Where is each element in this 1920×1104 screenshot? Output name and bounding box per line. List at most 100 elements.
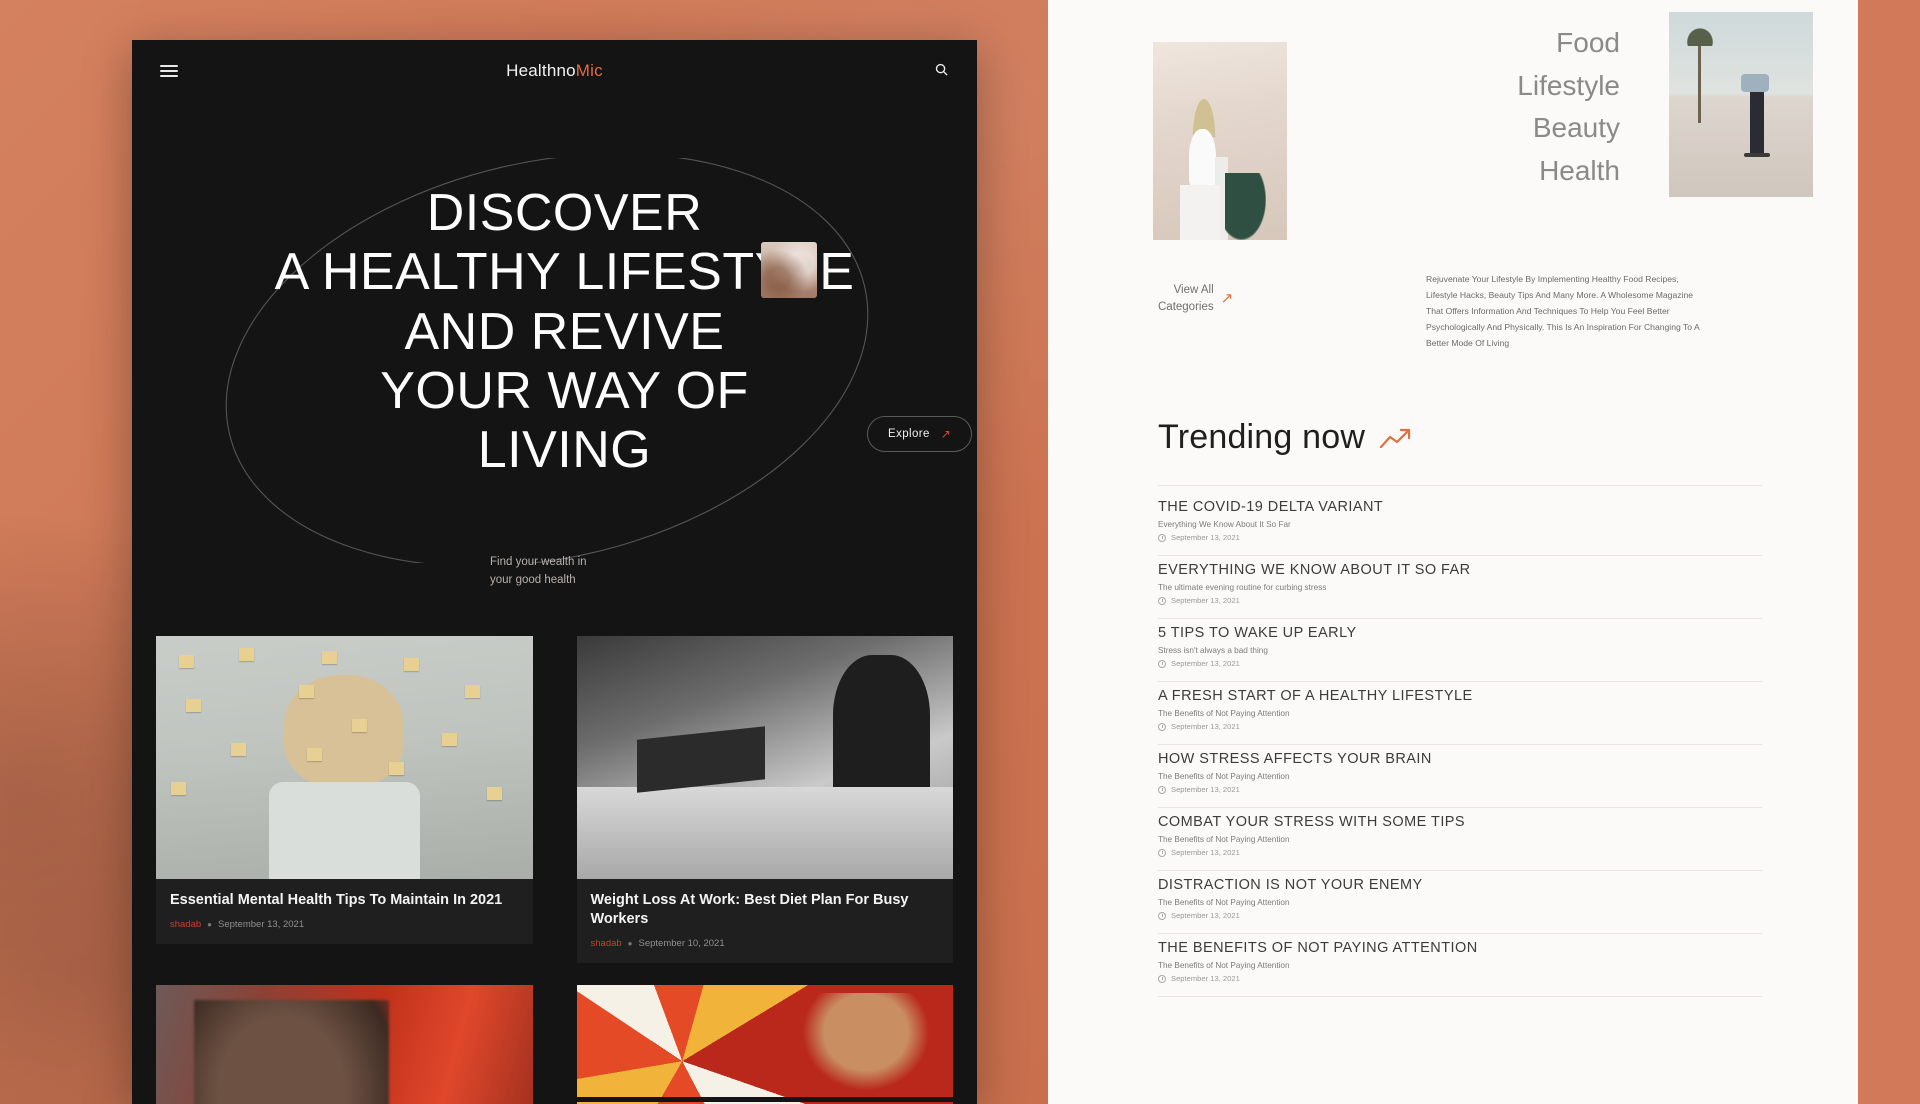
clock-icon <box>1158 722 1166 731</box>
hamburger-menu-icon[interactable] <box>160 62 178 80</box>
trending-item-date-row: September 13, 2021 <box>1158 596 1762 605</box>
masked-man-red-image <box>156 985 533 1104</box>
trending-item-date-row: September 13, 2021 <box>1158 974 1762 983</box>
trending-list-item[interactable]: HOW STRESS AFFECTS YOUR BRAIN The Benefi… <box>1158 745 1762 808</box>
article-card[interactable] <box>156 985 533 1104</box>
clock-icon <box>1158 911 1166 920</box>
explore-button[interactable]: Explore ↗ <box>867 416 973 452</box>
article-date: September 10, 2021 <box>638 938 725 950</box>
view-all-line-2: Categories <box>1158 300 1214 313</box>
hero-section: DISCOVER A HEALTHY LIFESTYLE AND REVIVE … <box>132 102 977 592</box>
view-all-label: View All Categories <box>1158 282 1214 315</box>
article-card[interactable]: Weight Loss At Work: Best Diet Plan For … <box>576 636 953 964</box>
trending-header: Trending now <box>1158 418 1762 457</box>
view-all-line-1: View All <box>1173 284 1214 296</box>
article-card[interactable] <box>576 985 953 1104</box>
trending-list-item[interactable]: COMBAT YOUR STRESS WITH SOME TIPS The Be… <box>1158 808 1762 871</box>
office-desk-bw-image <box>576 636 953 879</box>
skateboarder-beach-image <box>1669 12 1813 197</box>
article-card-body: Essential Mental Health Tips To Maintain… <box>156 879 533 945</box>
trending-heading: Trending now <box>1158 418 1366 456</box>
category-list: Food Lifestyle Beauty Health <box>1048 22 1620 192</box>
trending-item-subtitle: Stress isn't always a bad thing <box>1158 646 1268 655</box>
trending-list: THE COVID-19 DELTA VARIANT Everything We… <box>1158 485 1762 997</box>
trending-item-subtitle: The ultimate evening routine for curbing… <box>1158 583 1327 592</box>
trending-item-title: THE COVID-19 DELTA VARIANT <box>1158 499 1384 515</box>
categories-hero: Food Lifestyle Beauty Health <box>1048 0 1858 272</box>
trending-item-subtitle: The Benefits of Not Paying Attention <box>1158 961 1290 970</box>
trending-list-item[interactable]: THE BENEFITS OF NOT PAYING ATTENTION The… <box>1158 934 1762 997</box>
trending-list-item[interactable]: DISTRACTION IS NOT YOUR ENEMY The Benefi… <box>1158 871 1762 934</box>
trending-item-title: DISTRACTION IS NOT YOUR ENEMY <box>1158 877 1423 893</box>
category-item-lifestyle[interactable]: Lifestyle <box>1048 65 1620 108</box>
category-item-food[interactable]: Food <box>1048 22 1620 65</box>
trending-list-item[interactable]: A FRESH START OF A HEALTHY LIFESTYLE The… <box>1158 682 1762 745</box>
arrow-up-right-icon: ↗ <box>1220 290 1234 307</box>
trending-item-subtitle: Everything We Know About It So Far <box>1158 520 1291 529</box>
trending-item-date: September 13, 2021 <box>1171 785 1240 794</box>
clock-icon <box>1158 533 1166 542</box>
clock-icon <box>1158 785 1166 794</box>
trending-item-date-row: September 13, 2021 <box>1158 722 1762 731</box>
trending-item-date-row: September 13, 2021 <box>1158 659 1762 668</box>
trending-item-date: September 13, 2021 <box>1171 974 1240 983</box>
trending-item-subtitle: The Benefits of Not Paying Attention <box>1158 835 1290 844</box>
trending-item-date-row: September 13, 2021 <box>1158 785 1762 794</box>
gym-pushup-image <box>576 985 953 1104</box>
clock-icon <box>1158 596 1166 605</box>
arrow-up-right-icon: ↗ <box>940 427 952 441</box>
category-item-beauty[interactable]: Beauty <box>1048 107 1620 150</box>
brand-name-primary: Healthno <box>506 61 576 80</box>
trending-list-item[interactable]: EVERYTHING WE KNOW ABOUT IT SO FAR The u… <box>1158 556 1762 619</box>
trending-item-date: September 13, 2021 <box>1171 722 1240 731</box>
trending-item-date-row: September 13, 2021 <box>1158 911 1762 920</box>
separator-dot: ● <box>207 920 213 930</box>
trending-item-subtitle: The Benefits of Not Paying Attention <box>1158 898 1290 907</box>
trending-item-date-row: September 13, 2021 <box>1158 848 1762 857</box>
trending-item-subtitle: The Benefits of Not Paying Attention <box>1158 772 1290 781</box>
clock-icon <box>1158 974 1166 983</box>
trending-up-icon <box>1380 428 1411 448</box>
left-showcase-pane: HealthnoMic DISCOVER A HEALTHY LIFESTYLE… <box>0 0 1048 1104</box>
categories-footer: View All Categories ↗ Rejuvenate Your Li… <box>1048 272 1858 392</box>
article-date: September 13, 2021 <box>218 919 305 931</box>
trending-item-title: A FRESH START OF A HEALTHY LIFESTYLE <box>1158 688 1473 704</box>
dark-site-mockup: HealthnoMic DISCOVER A HEALTHY LIFESTYLE… <box>132 40 977 1104</box>
article-author[interactable]: shadab <box>170 919 201 930</box>
hero-thumbnail-image <box>761 242 817 298</box>
trending-item-date: September 13, 2021 <box>1171 911 1240 920</box>
trending-item-title: HOW STRESS AFFECTS YOUR BRAIN <box>1158 751 1432 767</box>
trending-item-date: September 13, 2021 <box>1171 659 1240 668</box>
search-icon[interactable] <box>934 62 949 80</box>
clock-icon <box>1158 659 1166 668</box>
article-card-grid: Essential Mental Health Tips To Maintain… <box>132 636 977 1104</box>
article-card-meta: shadab ● September 13, 2021 <box>170 919 519 930</box>
trending-list-item[interactable]: THE COVID-19 DELTA VARIANT Everything We… <box>1158 485 1762 556</box>
article-card-title: Weight Loss At Work: Best Diet Plan For … <box>590 892 909 928</box>
trending-section: Trending now THE COVID-19 DELTA VARIANT … <box>1048 392 1858 997</box>
trending-item-title: EVERYTHING WE KNOW ABOUT IT SO FAR <box>1158 562 1471 578</box>
article-card-meta: shadab ● September 10, 2021 <box>591 938 940 949</box>
clock-icon <box>1158 848 1166 857</box>
trending-item-title: 5 TIPS TO WAKE UP EARLY <box>1158 625 1357 641</box>
view-all-categories-link[interactable]: View All Categories ↗ <box>1158 282 1233 315</box>
explore-button-label: Explore <box>888 428 930 440</box>
light-site-mockup: Food Lifestyle Beauty Health View All Ca… <box>1048 0 1858 1104</box>
separator-dot: ● <box>627 939 633 949</box>
trending-item-title: THE BENEFITS OF NOT PAYING ATTENTION <box>1158 940 1478 956</box>
sticky-notes-person-image <box>156 636 533 879</box>
trending-item-date: September 13, 2021 <box>1171 533 1240 542</box>
trending-item-subtitle: The Benefits of Not Paying Attention <box>1158 709 1290 718</box>
category-item-health[interactable]: Health <box>1048 150 1620 193</box>
site-description: Rejuvenate Your Lifestyle By Implementin… <box>1426 274 1700 348</box>
article-card-body: Weight Loss At Work: Best Diet Plan For … <box>576 879 953 964</box>
trending-item-date-row: September 13, 2021 <box>1158 533 1762 542</box>
right-showcase-pane: Food Lifestyle Beauty Health View All Ca… <box>1048 0 1920 1104</box>
article-card[interactable]: Essential Mental Health Tips To Maintain… <box>156 636 533 963</box>
site-logo[interactable]: HealthnoMic <box>132 61 977 81</box>
trending-item-date: September 13, 2021 <box>1171 848 1240 857</box>
hero-headline: DISCOVER A HEALTHY LIFESTYLE AND REVIVE … <box>274 184 855 480</box>
site-header: HealthnoMic <box>132 40 977 102</box>
trending-list-item[interactable]: 5 TIPS TO WAKE UP EARLY Stress isn't alw… <box>1158 619 1762 682</box>
article-author[interactable]: shadab <box>591 938 622 949</box>
